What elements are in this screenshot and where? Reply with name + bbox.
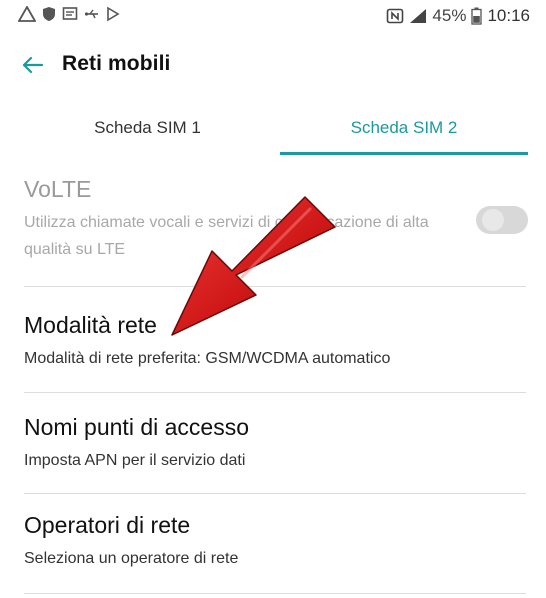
battery-percent: 45% — [432, 6, 467, 25]
signal-icon — [410, 9, 427, 23]
setting-summary: Imposta APN per il servizio dati — [24, 452, 246, 469]
status-bar: 45% 10:16 — [0, 0, 546, 34]
setting-title: VoLTE — [24, 176, 92, 202]
notification-icons — [18, 6, 120, 22]
setting-title: Modalità rete — [24, 312, 157, 338]
volte-toggle[interactable] — [476, 206, 528, 234]
divider — [24, 286, 526, 287]
setting-access-point-names[interactable]: Nomi punti di accesso Imposta APN per il… — [24, 414, 524, 474]
page-title: Reti mobili — [62, 52, 171, 75]
battery-icon — [471, 7, 483, 25]
setting-network-mode[interactable]: Modalità rete Modalità di rete preferita… — [24, 312, 524, 372]
clock: 10:16 — [487, 6, 530, 25]
nfc-icon — [387, 8, 404, 24]
setting-title: Nomi punti di accesso — [24, 414, 249, 440]
usb-icon — [84, 9, 98, 19]
setting-volte[interactable]: VoLTE Utilizza chiamate vocali e servizi… — [24, 176, 524, 263]
toggle-knob — [482, 209, 504, 231]
sim-tabs: Scheda SIM 1 Scheda SIM 2 — [0, 108, 546, 158]
system-status: 45% 10:16 — [386, 6, 530, 26]
divider — [24, 493, 526, 494]
setting-network-operators[interactable]: Operatori di rete Seleziona un operatore… — [24, 512, 524, 572]
divider — [24, 392, 526, 393]
setting-summary: Seleziona un operatore di rete — [24, 550, 239, 567]
warning-icon — [18, 6, 36, 22]
app-bar: Reti mobili — [0, 42, 546, 92]
tab-sim-2[interactable]: Scheda SIM 2 — [280, 108, 528, 154]
setting-title: Operatori di rete — [24, 512, 191, 538]
tab-indicator — [280, 152, 528, 155]
tab-sim-1[interactable]: Scheda SIM 1 — [20, 108, 275, 154]
setting-summary: Utilizza chiamate vocali e servizi di co… — [24, 214, 429, 258]
setting-summary: Modalità di rete preferita: GSM/WCDMA au… — [24, 350, 391, 367]
divider — [24, 593, 526, 594]
arrow-left-icon[interactable] — [18, 50, 48, 80]
message-icon — [62, 7, 78, 20]
play-icon — [107, 6, 120, 22]
shield-icon — [43, 7, 55, 21]
